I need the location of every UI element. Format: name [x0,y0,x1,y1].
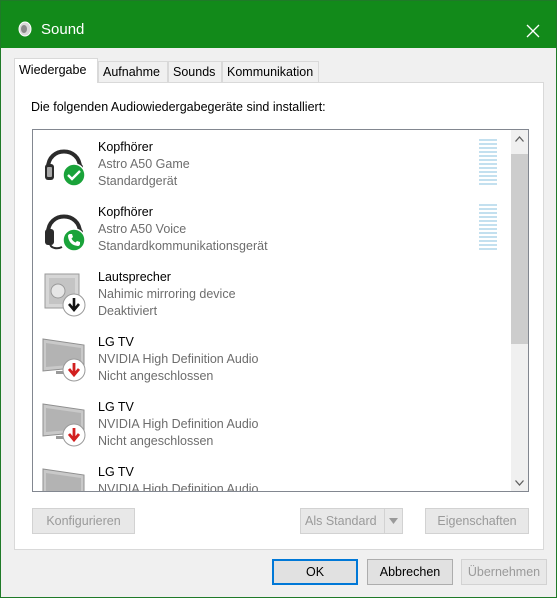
chevron-down-icon [515,479,524,486]
disabled-arrow-badge [62,293,86,317]
device-status: Deaktiviert [98,304,158,318]
list-item[interactable]: Kopfhörer Astro A50 Voice Standardkommun… [33,195,508,260]
intro-label: Die folgenden Audiowiedergabegeräte sind… [31,100,326,114]
device-list[interactable]: Kopfhörer Astro A50 Game Standardgerät K… [32,129,529,492]
list-item[interactable]: LG TV NVIDIA High Definition Audio Nicht… [33,390,508,455]
device-name: Lautsprecher [98,270,171,284]
device-name: Kopfhörer [98,205,153,219]
device-model: Astro A50 Voice [98,222,187,236]
device-name: LG TV [98,400,134,414]
scroll-down-button[interactable] [511,474,528,491]
ok-button[interactable]: OK [272,559,358,585]
device-name: LG TV [98,465,134,479]
tab-wiedergabe[interactable]: Wiedergabe [14,58,98,83]
close-button[interactable] [510,15,556,47]
device-status: Nicht angeschlossen [98,434,214,448]
device-model: NVIDIA High Definition Audio [98,482,259,492]
set-default-button[interactable]: Als Standard [300,508,403,534]
speaker-icon [18,21,32,37]
unplugged-arrow-badge [62,423,86,447]
sound-dialog: Sound Wiedergabe Aufnahme Sounds Kommuni… [0,0,557,598]
device-name: LG TV [98,335,134,349]
default-check-badge [62,163,86,187]
chevron-down-icon [389,518,398,524]
tab-aufnahme[interactable]: Aufnahme [98,61,168,82]
playback-panel: Die folgenden Audiowiedergabegeräte sind… [14,82,544,550]
list-item[interactable]: Lautsprecher Nahimic mirroring device De… [33,260,508,325]
monitor-icon [42,468,85,491]
device-status: Standardkommunikationsgerät [98,239,268,253]
communication-phone-badge [62,228,86,252]
configure-button[interactable]: Konfigurieren [32,508,135,534]
set-default-label: Als Standard [305,514,377,528]
vertical-scrollbar[interactable] [511,130,528,491]
window-title: Sound [41,21,85,38]
set-default-dropdown[interactable] [384,509,402,533]
close-icon [526,24,540,38]
device-model: Nahimic mirroring device [98,287,236,301]
device-model: NVIDIA High Definition Audio [98,417,259,431]
scroll-up-button[interactable] [511,130,528,147]
unplugged-arrow-badge [62,358,86,382]
properties-button[interactable]: Eigenschaften [425,508,529,534]
volume-level-meter [479,139,497,185]
apply-button[interactable]: Übernehmen [461,559,547,585]
list-item[interactable]: Kopfhörer Astro A50 Game Standardgerät [33,130,508,195]
device-model: Astro A50 Game [98,157,190,171]
list-item[interactable]: LG TV NVIDIA High Definition Audio Nicht… [33,325,508,390]
scrollbar-thumb[interactable] [511,154,528,344]
device-status: Standardgerät [98,174,178,188]
device-status: Nicht angeschlossen [98,369,214,383]
device-name: Kopfhörer [98,140,153,154]
chevron-up-icon [515,135,524,142]
volume-level-meter [479,204,497,250]
cancel-button[interactable]: Abbrechen [367,559,453,585]
title-bar[interactable]: Sound [1,1,556,48]
tab-sounds[interactable]: Sounds [168,61,222,82]
device-model: NVIDIA High Definition Audio [98,352,259,366]
list-item[interactable]: LG TV NVIDIA High Definition Audio [33,455,508,492]
tab-kommunikation[interactable]: Kommunikation [222,61,319,82]
